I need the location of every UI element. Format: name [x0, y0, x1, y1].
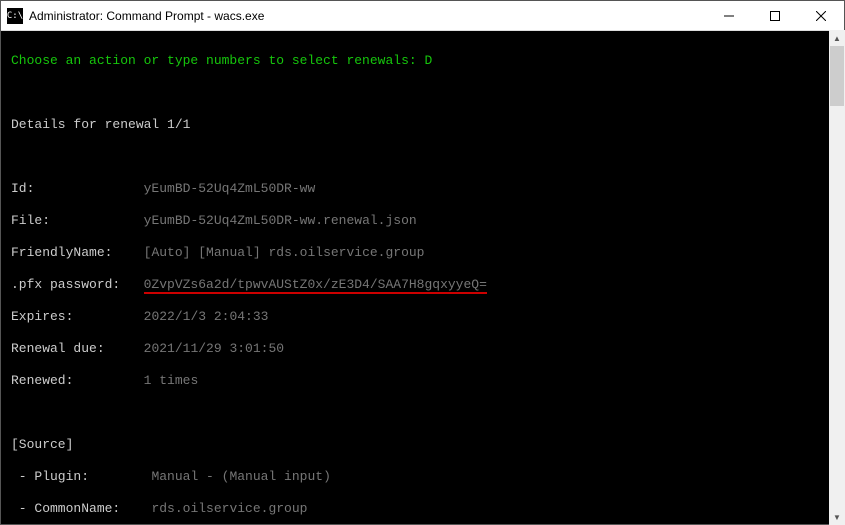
titlebar[interactable]: C:\ Administrator: Command Prompt - wacs…: [1, 1, 844, 31]
close-button[interactable]: [798, 1, 844, 30]
file-value: yEumBD-52Uq4ZmL50DR-ww.renewal.json: [144, 213, 417, 228]
details-header: Details for renewal 1/1: [11, 117, 834, 133]
scroll-thumb[interactable]: [830, 46, 844, 106]
due-label: Renewal due:: [11, 341, 105, 356]
pfx-value: 0ZvpVZs6a2d/tpwvAUStZ0x/zE3D4/SAA7H8gqxy…: [144, 277, 487, 292]
maximize-button[interactable]: [752, 1, 798, 30]
due-value: 2021/11/29 3:01:50: [144, 341, 284, 356]
expires-value: 2022/1/3 2:04:33: [144, 309, 269, 324]
friendly-value: [Auto] [Manual] rds.oilservice.group: [144, 245, 425, 260]
window-title: Administrator: Command Prompt - wacs.exe: [29, 9, 706, 23]
renewed-value: 1 times: [144, 373, 199, 388]
source-plugin-label: - Plugin:: [11, 469, 89, 484]
id-value: yEumBD-52Uq4ZmL50DR-ww: [144, 181, 316, 196]
console-output[interactable]: Choose an action or type numbers to sele…: [1, 31, 844, 524]
source-cn-label: - CommonName:: [11, 501, 120, 516]
source-plugin-value: Manual - (Manual input): [151, 469, 330, 484]
window-controls: [706, 1, 844, 30]
cmd-icon: C:\: [7, 8, 23, 24]
file-label: File:: [11, 213, 50, 228]
scroll-up-icon[interactable]: ▲: [829, 30, 845, 46]
pfx-label: .pfx password:: [11, 277, 120, 292]
expires-label: Expires:: [11, 309, 73, 324]
friendly-label: FriendlyName:: [11, 245, 112, 260]
source-cn-value: rds.oilservice.group: [151, 501, 307, 516]
scrollbar[interactable]: ▲ ▼: [829, 30, 845, 525]
minimize-button[interactable]: [706, 1, 752, 30]
scroll-down-icon[interactable]: ▼: [829, 509, 845, 525]
source-header: [Source]: [11, 437, 834, 453]
prompt-line: Choose an action or type numbers to sele…: [11, 53, 432, 68]
id-label: Id:: [11, 181, 34, 196]
renewed-label: Renewed:: [11, 373, 73, 388]
